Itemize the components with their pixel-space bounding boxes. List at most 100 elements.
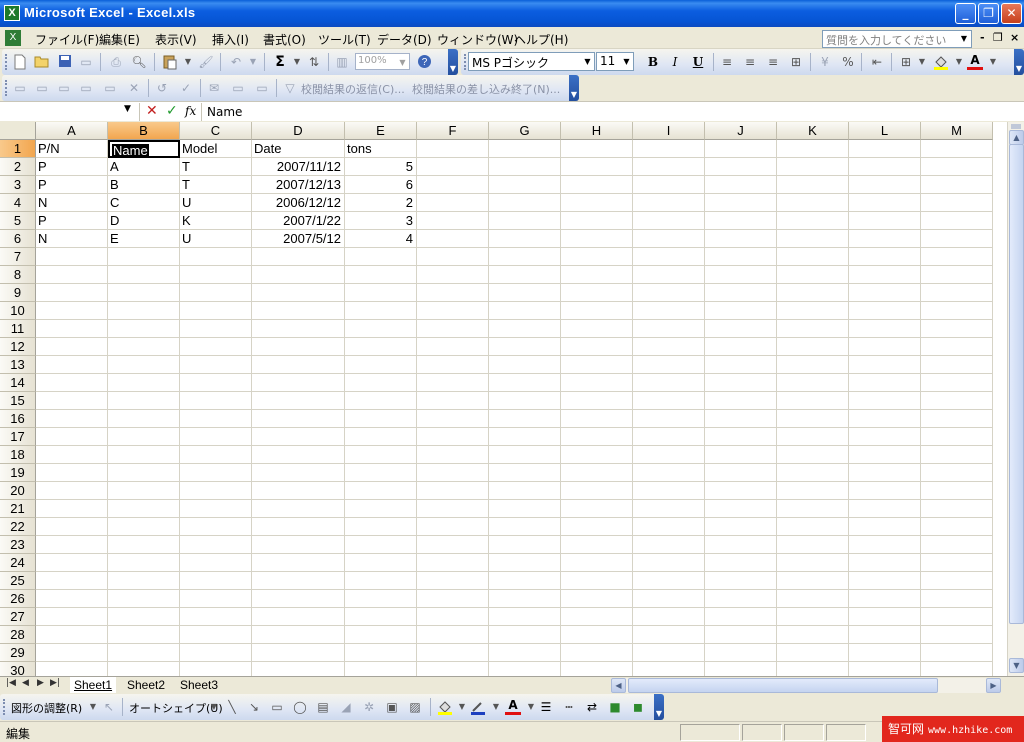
cell-e7[interactable] xyxy=(345,248,417,266)
cell-j19[interactable] xyxy=(705,464,777,482)
cell-h4[interactable] xyxy=(561,194,633,212)
cell-c2[interactable]: T xyxy=(180,158,252,176)
cell-m9[interactable] xyxy=(921,284,993,302)
line-icon[interactable]: ╲ xyxy=(224,699,240,715)
menu-edit[interactable]: 編集(E) xyxy=(99,31,140,48)
toolbar-options-icon[interactable]: ▼ xyxy=(654,694,664,720)
chevron-down-icon[interactable]: ▼ xyxy=(180,54,196,70)
cell-h18[interactable] xyxy=(561,446,633,464)
cell-m4[interactable] xyxy=(921,194,993,212)
cell-j26[interactable] xyxy=(705,590,777,608)
cell-b30[interactable] xyxy=(108,662,180,676)
cell-k10[interactable] xyxy=(777,302,849,320)
cell-m17[interactable] xyxy=(921,428,993,446)
cell-h22[interactable] xyxy=(561,518,633,536)
cell-a15[interactable] xyxy=(36,392,108,410)
cell-b3[interactable]: B xyxy=(108,176,180,194)
enter-entry-icon[interactable]: ✓ xyxy=(166,103,178,119)
fill-color-icon[interactable] xyxy=(933,54,949,70)
cell-d23[interactable] xyxy=(252,536,345,554)
cell-i7[interactable] xyxy=(633,248,705,266)
cell-d4[interactable]: 2006/12/12 xyxy=(252,194,345,212)
cell-l10[interactable] xyxy=(849,302,921,320)
cell-l21[interactable] xyxy=(849,500,921,518)
cell-h3[interactable] xyxy=(561,176,633,194)
cell-m21[interactable] xyxy=(921,500,993,518)
cell-a30[interactable] xyxy=(36,662,108,676)
cell-b12[interactable] xyxy=(108,338,180,356)
cell-h30[interactable] xyxy=(561,662,633,676)
cell-e13[interactable] xyxy=(345,356,417,374)
chevron-down-icon[interactable]: ▼ xyxy=(951,54,967,70)
cell-l2[interactable] xyxy=(849,158,921,176)
cell-b15[interactable] xyxy=(108,392,180,410)
cell-a13[interactable] xyxy=(36,356,108,374)
cell-a28[interactable] xyxy=(36,626,108,644)
cell-e21[interactable] xyxy=(345,500,417,518)
cell-k27[interactable] xyxy=(777,608,849,626)
chevron-down-icon[interactable]: ▼ xyxy=(523,699,539,715)
cell-m11[interactable] xyxy=(921,320,993,338)
cell-a29[interactable] xyxy=(36,644,108,662)
cell-d13[interactable] xyxy=(252,356,345,374)
cell-h8[interactable] xyxy=(561,266,633,284)
cell-h2[interactable] xyxy=(561,158,633,176)
borders-icon[interactable]: ⊞ xyxy=(898,54,914,70)
cell-e23[interactable] xyxy=(345,536,417,554)
cell-i25[interactable] xyxy=(633,572,705,590)
cell-d16[interactable] xyxy=(252,410,345,428)
cell-c19[interactable] xyxy=(180,464,252,482)
font-name-select[interactable]: MS Pゴシック ▼ xyxy=(468,52,595,71)
cell-h28[interactable] xyxy=(561,626,633,644)
cell-c10[interactable] xyxy=(180,302,252,320)
cell-h16[interactable] xyxy=(561,410,633,428)
cell-h7[interactable] xyxy=(561,248,633,266)
cell-l5[interactable] xyxy=(849,212,921,230)
cell-i15[interactable] xyxy=(633,392,705,410)
underline-button[interactable]: U xyxy=(690,54,706,70)
cell-e15[interactable] xyxy=(345,392,417,410)
cell-h17[interactable] xyxy=(561,428,633,446)
cell-m19[interactable] xyxy=(921,464,993,482)
cell-f5[interactable] xyxy=(417,212,489,230)
cell-j8[interactable] xyxy=(705,266,777,284)
cell-k17[interactable] xyxy=(777,428,849,446)
cell-g23[interactable] xyxy=(489,536,561,554)
cell-h14[interactable] xyxy=(561,374,633,392)
cell-m23[interactable] xyxy=(921,536,993,554)
cell-g7[interactable] xyxy=(489,248,561,266)
cell-k25[interactable] xyxy=(777,572,849,590)
help-icon[interactable]: ? xyxy=(416,54,432,70)
cell-a14[interactable] xyxy=(36,374,108,392)
cell-m20[interactable] xyxy=(921,482,993,500)
cell-a25[interactable] xyxy=(36,572,108,590)
cell-l20[interactable] xyxy=(849,482,921,500)
cell-b18[interactable] xyxy=(108,446,180,464)
cell-j2[interactable] xyxy=(705,158,777,176)
cell-e28[interactable] xyxy=(345,626,417,644)
cell-e4[interactable]: 2 xyxy=(345,194,417,212)
cell-k19[interactable] xyxy=(777,464,849,482)
menu-data[interactable]: データ(D) xyxy=(377,31,432,48)
cell-c15[interactable] xyxy=(180,392,252,410)
cell-i24[interactable] xyxy=(633,554,705,572)
cell-a8[interactable] xyxy=(36,266,108,284)
cell-b7[interactable] xyxy=(108,248,180,266)
cell-b24[interactable] xyxy=(108,554,180,572)
cell-l22[interactable] xyxy=(849,518,921,536)
cell-a4[interactable]: N xyxy=(36,194,108,212)
row-header-16[interactable]: 16 xyxy=(0,410,36,428)
wordart-icon[interactable]: ◢ xyxy=(338,699,354,715)
cell-c24[interactable] xyxy=(180,554,252,572)
cell-c8[interactable] xyxy=(180,266,252,284)
reply-changes-icon[interactable]: ▽ xyxy=(282,80,298,96)
cell-h29[interactable] xyxy=(561,644,633,662)
cell-g5[interactable] xyxy=(489,212,561,230)
cell-m22[interactable] xyxy=(921,518,993,536)
print-icon[interactable]: ⎙ xyxy=(108,54,124,70)
clip-art-icon[interactable]: ▣ xyxy=(384,699,400,715)
cell-c4[interactable]: U xyxy=(180,194,252,212)
arrow-style-icon[interactable]: ⇄ xyxy=(584,699,600,715)
cell-a18[interactable] xyxy=(36,446,108,464)
cell-f21[interactable] xyxy=(417,500,489,518)
